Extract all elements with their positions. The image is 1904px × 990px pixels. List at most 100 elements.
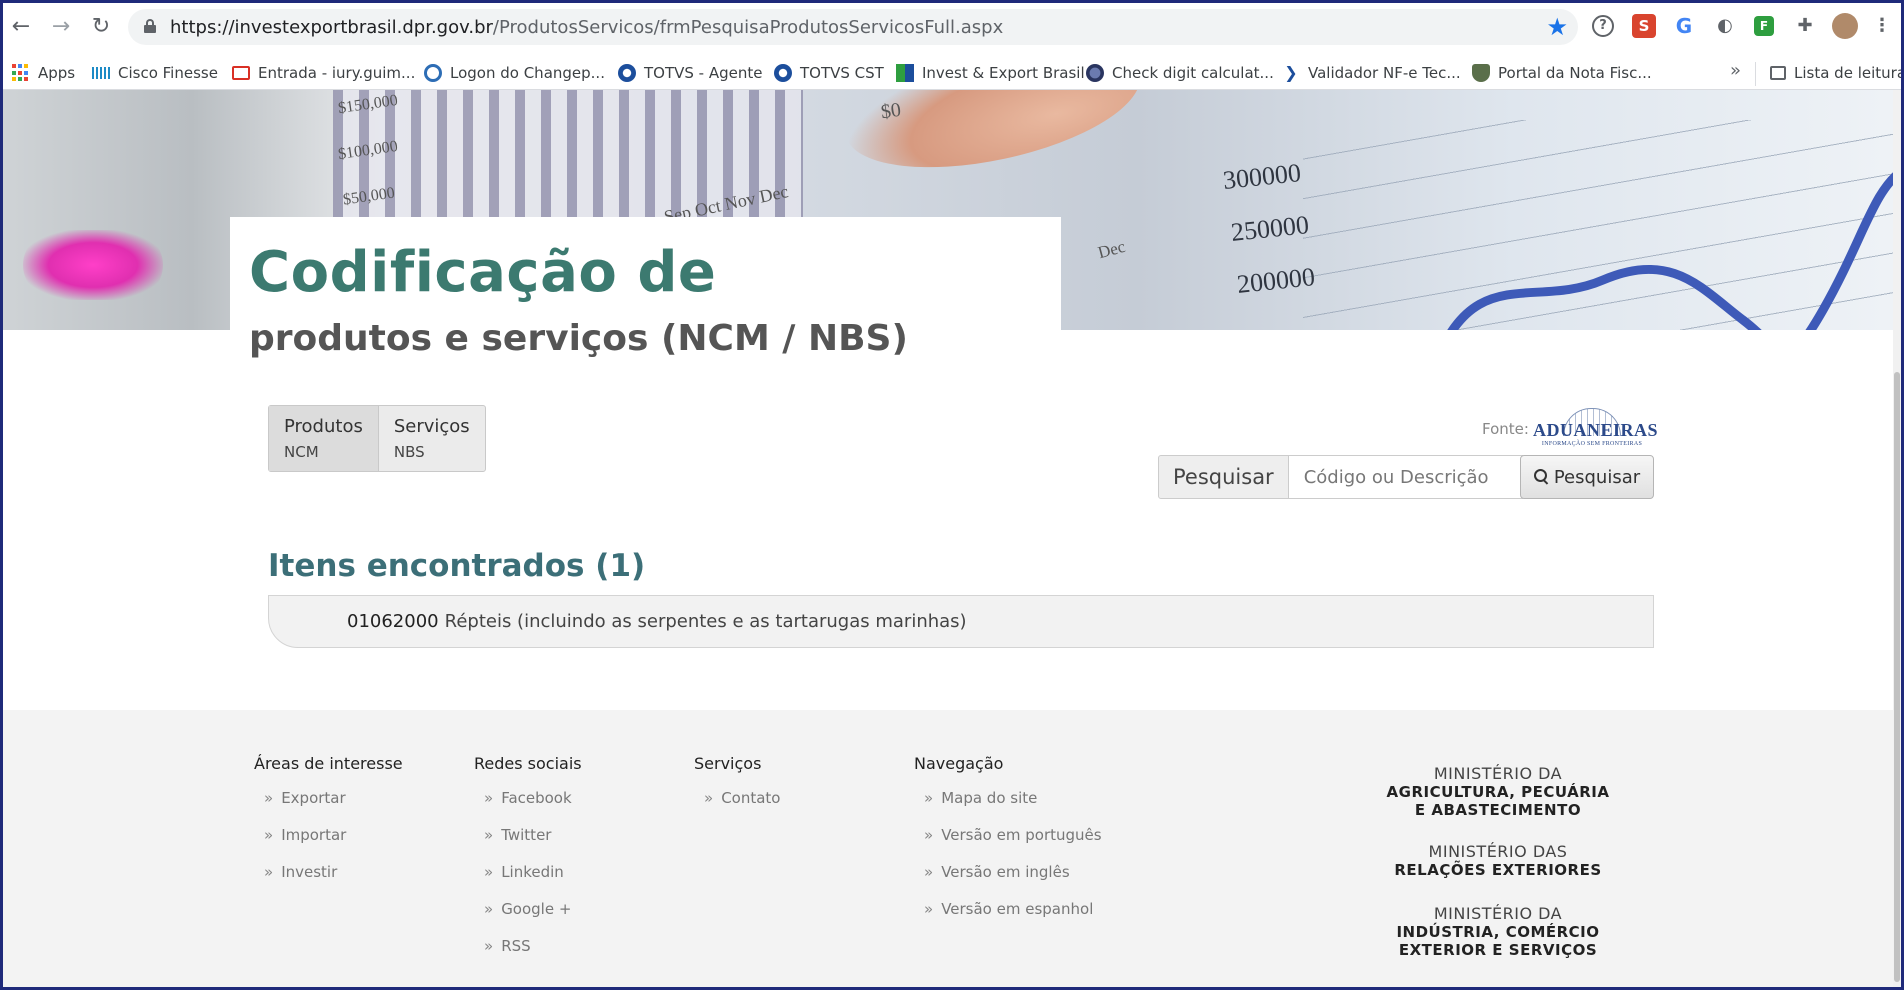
bookmark-star-icon[interactable]: ★	[1546, 13, 1568, 41]
bookmark-check-digit[interactable]: Check digit calculat...	[1086, 62, 1274, 84]
s-extension-icon[interactable]: S	[1632, 14, 1656, 38]
puzzle-extensions-icon[interactable]: ✚	[1793, 14, 1817, 38]
footer-link-rss[interactable]: » RSS	[474, 937, 582, 974]
reading-list-button[interactable]: Lista de leitura	[1770, 62, 1904, 84]
footer-heading: Áreas de interesse	[254, 754, 403, 773]
ministry-logo-industria[interactable]: MINISTÉRIO DA INDÚSTRIA, COMÉRCIO EXTERI…	[1368, 904, 1628, 959]
ministry-logo-relacoes-exteriores[interactable]: MINISTÉRIO DAS RELAÇÕES EXTERIORES	[1368, 842, 1628, 879]
bullet-icon: »	[484, 826, 494, 844]
help-extension-icon[interactable]: ?	[1592, 15, 1614, 37]
bookmark-gmail[interactable]: Entrada - iury.guim...	[232, 62, 415, 84]
footer-link-contato[interactable]: » Contato	[694, 789, 780, 826]
globe-icon	[1086, 64, 1104, 82]
result-row[interactable]: 01062000 Répteis (incluindo as serpentes …	[268, 595, 1654, 648]
forward-arrow-icon[interactable]: →	[46, 12, 76, 42]
google-extension-icon[interactable]: G	[1672, 14, 1696, 38]
footer-link-exportar[interactable]: » Exportar	[254, 789, 403, 826]
profile-avatar-icon[interactable]	[1832, 13, 1858, 39]
footer-link-label: Versão em inglês	[941, 863, 1070, 881]
search-addon-label: Pesquisar	[1158, 455, 1289, 499]
bookmark-invest-export[interactable]: Invest & Export Brasil	[896, 62, 1085, 84]
footer-link-twitter[interactable]: » Twitter	[474, 826, 582, 863]
tab-label: Produtos	[284, 416, 363, 437]
footer-link-label: Importar	[281, 826, 347, 844]
footer-link-versao-espanhol[interactable]: » Versão em espanhol	[914, 900, 1102, 937]
hero-line-graphic	[1447, 172, 1893, 330]
reading-list-icon	[1770, 66, 1786, 80]
bookmark-changepoint[interactable]: Logon do Changep...	[424, 62, 605, 84]
footer-link-google-plus[interactable]: » Google +	[474, 900, 582, 937]
ministry-name-line: EXTERIOR E SERVIÇOS	[1398, 941, 1598, 959]
footer-link-label: Facebook	[501, 789, 572, 807]
footer-link-importar[interactable]: » Importar	[254, 826, 403, 863]
footer-link-linkedin[interactable]: » Linkedin	[474, 863, 582, 900]
bookmark-apps[interactable]: Apps	[12, 62, 75, 84]
tab-label: Serviços	[393, 416, 470, 437]
tab-servicos[interactable]: Serviços NBS	[377, 406, 485, 471]
f-extension-icon[interactable]: F	[1754, 16, 1774, 36]
back-arrow-icon[interactable]: ←	[6, 12, 36, 42]
circle-extension-icon[interactable]: ◐	[1713, 14, 1737, 38]
search-input[interactable]	[1288, 455, 1523, 499]
footer-link-label: Linkedin	[501, 863, 564, 881]
ministry-lead: MINISTÉRIO DA	[1433, 904, 1563, 923]
bullet-icon: »	[924, 863, 934, 881]
footer-link-label: Investir	[281, 863, 338, 881]
footer-heading: Redes sociais	[474, 754, 582, 773]
footer-link-versao-portugues[interactable]: » Versão em português	[914, 826, 1102, 863]
footer-column-redes: Redes sociais » Facebook » Twitter » Linked…	[474, 754, 582, 974]
page-subtitle: produtos e serviços (NCM / NBS)	[249, 318, 908, 359]
bookmark-label: Entrada - iury.guim...	[258, 64, 416, 82]
logo-subtext: INFORMAÇÃO SEM FRONTEIRAS	[1541, 441, 1643, 447]
ministry-logo-agricultura[interactable]: MINISTÉRIO DA AGRICULTURA, PECUÁRIA E AB…	[1368, 764, 1628, 819]
hero-axis-label: Dec	[1095, 236, 1128, 263]
bullet-icon: »	[924, 900, 934, 918]
lock-icon[interactable]	[144, 19, 156, 33]
footer-heading: Navegação	[914, 754, 1004, 773]
bullet-icon: »	[264, 826, 274, 844]
bookmark-label: Portal da Nota Fisc...	[1498, 64, 1652, 82]
footer-link-investir[interactable]: » Investir	[254, 863, 403, 900]
bullet-icon: »	[924, 789, 934, 807]
reload-icon[interactable]: ↻	[86, 12, 116, 42]
category-tabs: Produtos NCM Serviços NBS	[268, 405, 486, 472]
bullet-icon: »	[264, 789, 274, 807]
bookmark-totvs-agente[interactable]: TOTVS - Agente	[618, 62, 763, 84]
footer-link-mapa-do-site[interactable]: » Mapa do site	[914, 789, 1102, 826]
bullet-icon: »	[264, 863, 274, 881]
bookmark-label: Apps	[38, 64, 76, 82]
bullet-icon: »	[484, 900, 494, 918]
footer-column-navegacao: Navegação » Mapa do site » Versão em portu…	[914, 754, 1102, 937]
address-bar[interactable]: https://investexportbrasil.dpr.gov.br/Pr…	[128, 9, 1578, 45]
footer-link-facebook[interactable]: » Facebook	[474, 789, 582, 826]
footer-column-areas: Áreas de interesse » Exportar » Importar »…	[254, 754, 403, 900]
search-button[interactable]: Pesquisar	[1520, 455, 1654, 499]
footer-link-label: Versão em português	[941, 826, 1102, 844]
footer-link-label: RSS	[501, 937, 531, 955]
bookmark-cisco-finesse[interactable]: Cisco Finesse	[92, 62, 218, 84]
bullet-icon: »	[704, 789, 714, 807]
footer-link-label: Contato	[721, 789, 781, 807]
bullet-icon: »	[484, 789, 494, 807]
results-heading: Itens encontrados (1)	[268, 548, 646, 584]
bullet-icon: »	[484, 937, 494, 955]
footer-link-label: Mapa do site	[941, 789, 1038, 807]
url-text[interactable]: https://investexportbrasil.dpr.gov.br/Pr…	[170, 17, 1003, 38]
footer-column-servicos: Serviços » Contato	[694, 754, 780, 826]
shield-crest-icon	[1472, 64, 1490, 82]
bookmark-validador[interactable]: ❯ Validador NF-e Tec...	[1282, 62, 1461, 84]
footer-link-versao-ingles[interactable]: » Versão em inglês	[914, 863, 1102, 900]
ministry-lead: MINISTÉRIO DAS	[1428, 842, 1568, 861]
bookmark-totvs-cst[interactable]: TOTVS CST	[774, 62, 884, 84]
aduaneiras-logo[interactable]: ADUANEIRAS INFORMAÇÃO SEM FRONTEIRAS	[1533, 408, 1658, 450]
scrollbar-thumb[interactable]	[1894, 372, 1900, 982]
tab-sublabel: NCM	[284, 443, 319, 461]
bookmark-portal-nota[interactable]: Portal da Nota Fisc...	[1472, 62, 1652, 84]
tab-produtos[interactable]: Produtos NCM	[269, 406, 378, 471]
more-bookmarks-icon[interactable]: »	[1730, 60, 1741, 81]
hero-number: 250000	[1229, 210, 1311, 247]
kebab-menu-icon[interactable]: ⋮	[1870, 14, 1894, 38]
bookmark-label: Check digit calculat...	[1112, 64, 1274, 82]
chevron-right-icon: ❯	[1282, 64, 1300, 82]
bookmarks-bar: Apps Cisco Finesse Entrada - iury.guim..…	[0, 54, 1904, 90]
